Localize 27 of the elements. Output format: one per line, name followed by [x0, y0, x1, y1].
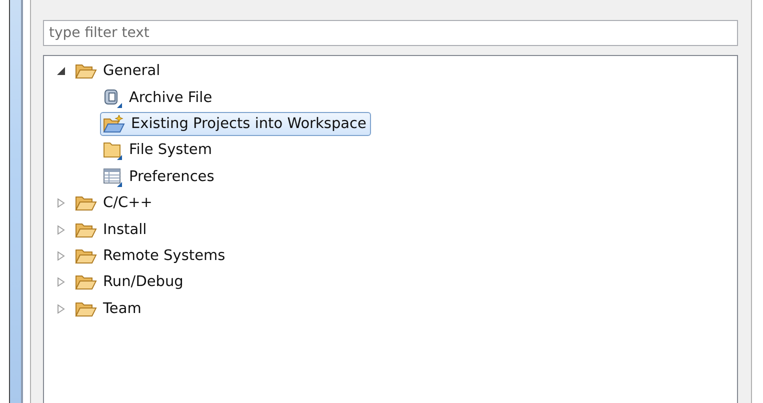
collapse-arrow-icon[interactable]: [56, 66, 66, 76]
tree-item[interactable]: Remote Systems: [72, 244, 230, 267]
folder-icon: [75, 63, 97, 80]
folder-icon: [75, 248, 97, 264]
tree-item[interactable]: Team: [72, 298, 146, 320]
tree-item[interactable]: General: [72, 60, 166, 82]
table-icon: [103, 166, 123, 187]
tree-item[interactable]: Run/Debug: [72, 271, 188, 294]
folder-icon: [103, 140, 123, 160]
tree-item[interactable]: File System: [100, 137, 217, 164]
folder-icon: [75, 274, 97, 290]
expand-arrow-icon[interactable]: [56, 224, 66, 235]
tree-item[interactable]: Install: [72, 218, 152, 241]
folder-icon: [75, 222, 97, 238]
tree-item[interactable]: C/C++: [72, 192, 158, 214]
expand-arrow-icon[interactable]: [56, 277, 66, 288]
archive-icon: [103, 88, 123, 108]
expand-arrow-icon[interactable]: [56, 198, 66, 208]
folder-icon: [75, 195, 97, 212]
tree-item[interactable]: Existing Projects into Workspace: [100, 112, 372, 136]
tree-item[interactable]: Preferences: [100, 164, 220, 190]
expand-arrow-icon[interactable]: [56, 304, 66, 314]
filter-field[interactable]: type filter text: [43, 20, 738, 46]
tree-item[interactable]: Archive File: [100, 84, 218, 111]
expand-arrow-icon[interactable]: [56, 250, 66, 261]
folder-icon: [75, 300, 97, 317]
folder-icon: [103, 114, 125, 133]
